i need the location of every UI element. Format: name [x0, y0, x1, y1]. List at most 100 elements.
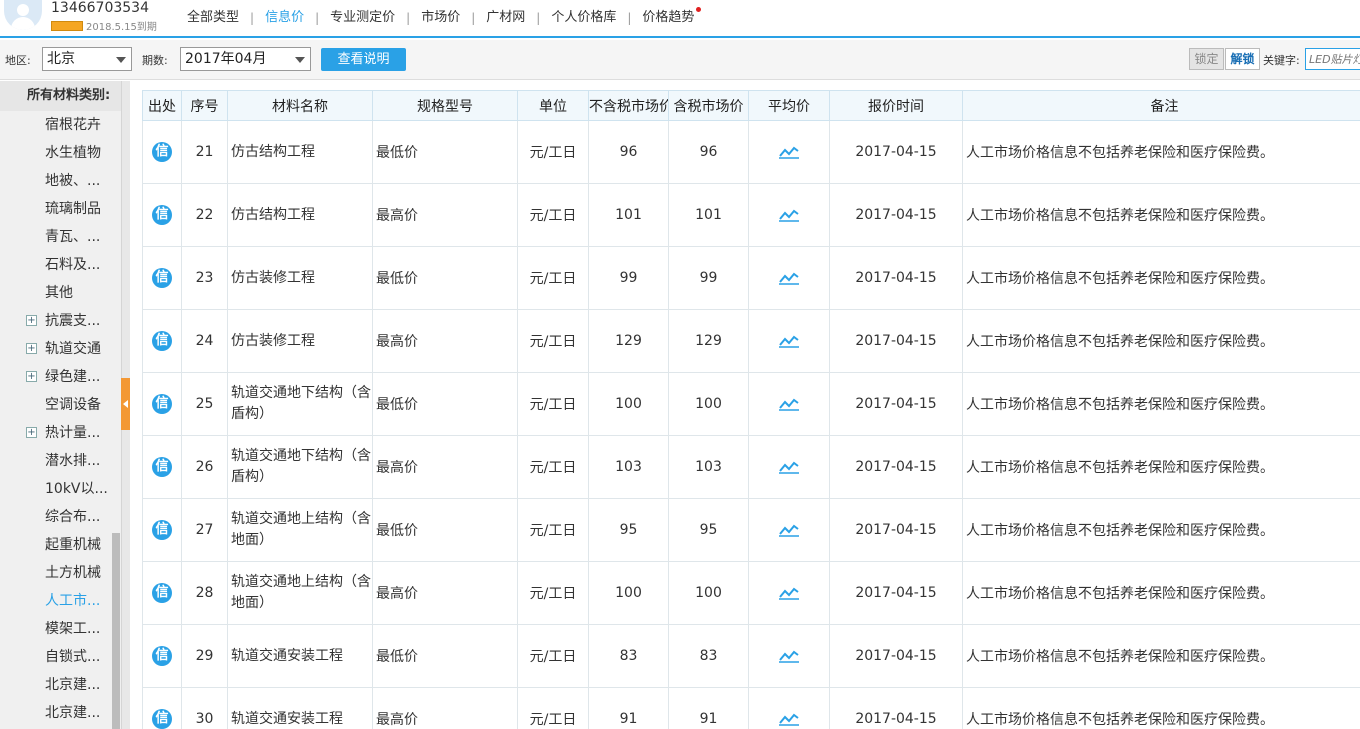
column-header[interactable]: 报价时间 [829, 90, 963, 121]
avatar[interactable] [4, 0, 42, 30]
trend-chart-icon[interactable] [779, 585, 799, 601]
trend-chart-icon[interactable] [779, 648, 799, 664]
unlock-button[interactable]: 解锁 [1225, 48, 1260, 70]
source-cell[interactable]: 信 [142, 561, 182, 625]
nav-tab-2[interactable]: 专业测定价 [319, 0, 406, 36]
avg-price-cell[interactable] [748, 624, 830, 688]
info-price-source-icon[interactable]: 信 [152, 709, 172, 729]
trend-chart-icon[interactable] [779, 459, 799, 475]
sidebar-item[interactable]: 模架工... [0, 615, 121, 643]
table-row[interactable]: 信 27 轨道交通地上结构（含地面） 最低价 元/工日 95 95 2017-04-15 人工市… [142, 498, 1360, 562]
nav-tab-4[interactable]: 广材网 [475, 0, 536, 36]
column-header[interactable]: 备注 [962, 90, 1360, 121]
info-price-source-icon[interactable]: 信 [152, 646, 172, 666]
sidebar-item[interactable]: 10kV以... [0, 475, 121, 503]
info-price-source-icon[interactable]: 信 [152, 457, 172, 477]
column-header[interactable]: 平均价 [748, 90, 830, 121]
sidebar-item[interactable]: 北京建... [0, 699, 121, 727]
sidebar-item[interactable]: 人工市... [0, 587, 121, 615]
expand-plus-icon[interactable]: + [26, 315, 37, 326]
view-explanation-button[interactable]: 查看说明 [321, 48, 406, 71]
source-cell[interactable]: 信 [142, 246, 182, 310]
info-price-source-icon[interactable]: 信 [152, 583, 172, 603]
avg-price-cell[interactable] [748, 687, 830, 729]
region-select[interactable]: 北京 [42, 47, 132, 71]
table-row[interactable]: 信 21 仿古结构工程 最低价 元/工日 96 96 2017-04-15 人工市场价格信息不包… [142, 120, 1360, 184]
table-row[interactable]: 信 22 仿古结构工程 最高价 元/工日 101 101 2017-04-15 人工市场价格信息… [142, 183, 1360, 247]
source-cell[interactable]: 信 [142, 183, 182, 247]
table-row[interactable]: 信 28 轨道交通地上结构（含地面） 最高价 元/工日 100 100 2017-04-15 人… [142, 561, 1360, 625]
avg-price-cell[interactable] [748, 183, 830, 247]
sidebar-item[interactable]: + 轨道交通 [0, 335, 121, 363]
column-header[interactable]: 序号 [181, 90, 228, 121]
period-select[interactable]: 2017年04月 [180, 47, 311, 71]
avg-price-cell[interactable] [748, 246, 830, 310]
source-cell[interactable]: 信 [142, 687, 182, 729]
avg-price-cell[interactable] [748, 372, 830, 436]
keyword-input[interactable] [1305, 48, 1360, 70]
source-cell[interactable]: 信 [142, 372, 182, 436]
info-price-source-icon[interactable]: 信 [152, 205, 172, 225]
nav-tab-5[interactable]: 个人价格库 [540, 0, 627, 36]
nav-tab-3[interactable]: 市场价 [410, 0, 471, 36]
sidebar-item[interactable]: + 绿色建... [0, 363, 121, 391]
sidebar-scroll-thumb[interactable] [112, 533, 120, 729]
trend-chart-icon[interactable] [779, 522, 799, 538]
column-header[interactable]: 规格型号 [372, 90, 518, 121]
trend-chart-icon[interactable] [779, 270, 799, 286]
info-price-source-icon[interactable]: 信 [152, 142, 172, 162]
sidebar-item[interactable]: 琉璃制品 [0, 195, 121, 223]
column-header[interactable]: 不含税市场价 [588, 90, 669, 121]
source-cell[interactable]: 信 [142, 435, 182, 499]
source-cell[interactable]: 信 [142, 498, 182, 562]
table-row[interactable]: 信 24 仿古装修工程 最高价 元/工日 129 129 2017-04-15 人工市场价格信息… [142, 309, 1360, 373]
table-row[interactable]: 信 25 轨道交通地下结构（含盾构） 最低价 元/工日 100 100 2017-04-15 人… [142, 372, 1360, 436]
sidebar-item[interactable]: 青瓦、... [0, 223, 121, 251]
avg-price-cell[interactable] [748, 561, 830, 625]
trend-chart-icon[interactable] [779, 207, 799, 223]
nav-tab-0[interactable]: 全部类型 [176, 0, 250, 36]
sidebar-item[interactable]: + 抗震支... [0, 307, 121, 335]
sidebar-item[interactable]: 北京建... [0, 671, 121, 699]
trend-chart-icon[interactable] [779, 711, 799, 727]
trend-chart-icon[interactable] [779, 396, 799, 412]
sidebar-item[interactable]: 水生植物 [0, 139, 121, 167]
sidebar-item[interactable]: 起重机械 [0, 531, 121, 559]
info-price-source-icon[interactable]: 信 [152, 268, 172, 288]
sidebar-collapse-toggle[interactable] [121, 378, 130, 430]
expand-plus-icon[interactable]: + [26, 427, 37, 438]
sidebar-item[interactable]: 自锁式... [0, 643, 121, 671]
nav-tab-1[interactable]: 信息价 [254, 0, 315, 36]
avg-price-cell[interactable] [748, 498, 830, 562]
nav-tab-6[interactable]: 价格趋势 [631, 0, 705, 36]
info-price-source-icon[interactable]: 信 [152, 331, 172, 351]
sidebar-item[interactable]: + 热计量... [0, 419, 121, 447]
info-price-source-icon[interactable]: 信 [152, 394, 172, 414]
avg-price-cell[interactable] [748, 309, 830, 373]
column-header[interactable]: 出处 [142, 90, 182, 121]
column-header[interactable]: 含税市场价 [668, 90, 749, 121]
source-cell[interactable]: 信 [142, 120, 182, 184]
info-price-source-icon[interactable]: 信 [152, 520, 172, 540]
avg-price-cell[interactable] [748, 120, 830, 184]
trend-chart-icon[interactable] [779, 144, 799, 160]
sidebar-item[interactable]: 综合布... [0, 503, 121, 531]
lock-button[interactable]: 锁定 [1189, 48, 1224, 70]
sidebar-item[interactable]: 土方机械 [0, 559, 121, 587]
column-header[interactable]: 材料名称 [227, 90, 373, 121]
sidebar-item[interactable]: 地被、... [0, 167, 121, 195]
table-row[interactable]: 信 26 轨道交通地下结构（含盾构） 最高价 元/工日 103 103 2017-04-15 人… [142, 435, 1360, 499]
expand-plus-icon[interactable]: + [26, 343, 37, 354]
avg-price-cell[interactable] [748, 435, 830, 499]
sidebar-item[interactable]: 空调设备 [0, 391, 121, 419]
sidebar-item[interactable]: 宿根花卉 [0, 111, 121, 139]
expand-plus-icon[interactable]: + [26, 371, 37, 382]
column-header[interactable]: 单位 [517, 90, 589, 121]
source-cell[interactable]: 信 [142, 624, 182, 688]
table-row[interactable]: 信 30 轨道交通安装工程 最高价 元/工日 91 91 2017-04-15 人工市场价格信息… [142, 687, 1360, 729]
source-cell[interactable]: 信 [142, 309, 182, 373]
trend-chart-icon[interactable] [779, 333, 799, 349]
sidebar-item[interactable]: 潜水排... [0, 447, 121, 475]
table-row[interactable]: 信 23 仿古装修工程 最低价 元/工日 99 99 2017-04-15 人工市场价格信息不包… [142, 246, 1360, 310]
table-row[interactable]: 信 29 轨道交通安装工程 最低价 元/工日 83 83 2017-04-15 人工市场价格信息… [142, 624, 1360, 688]
